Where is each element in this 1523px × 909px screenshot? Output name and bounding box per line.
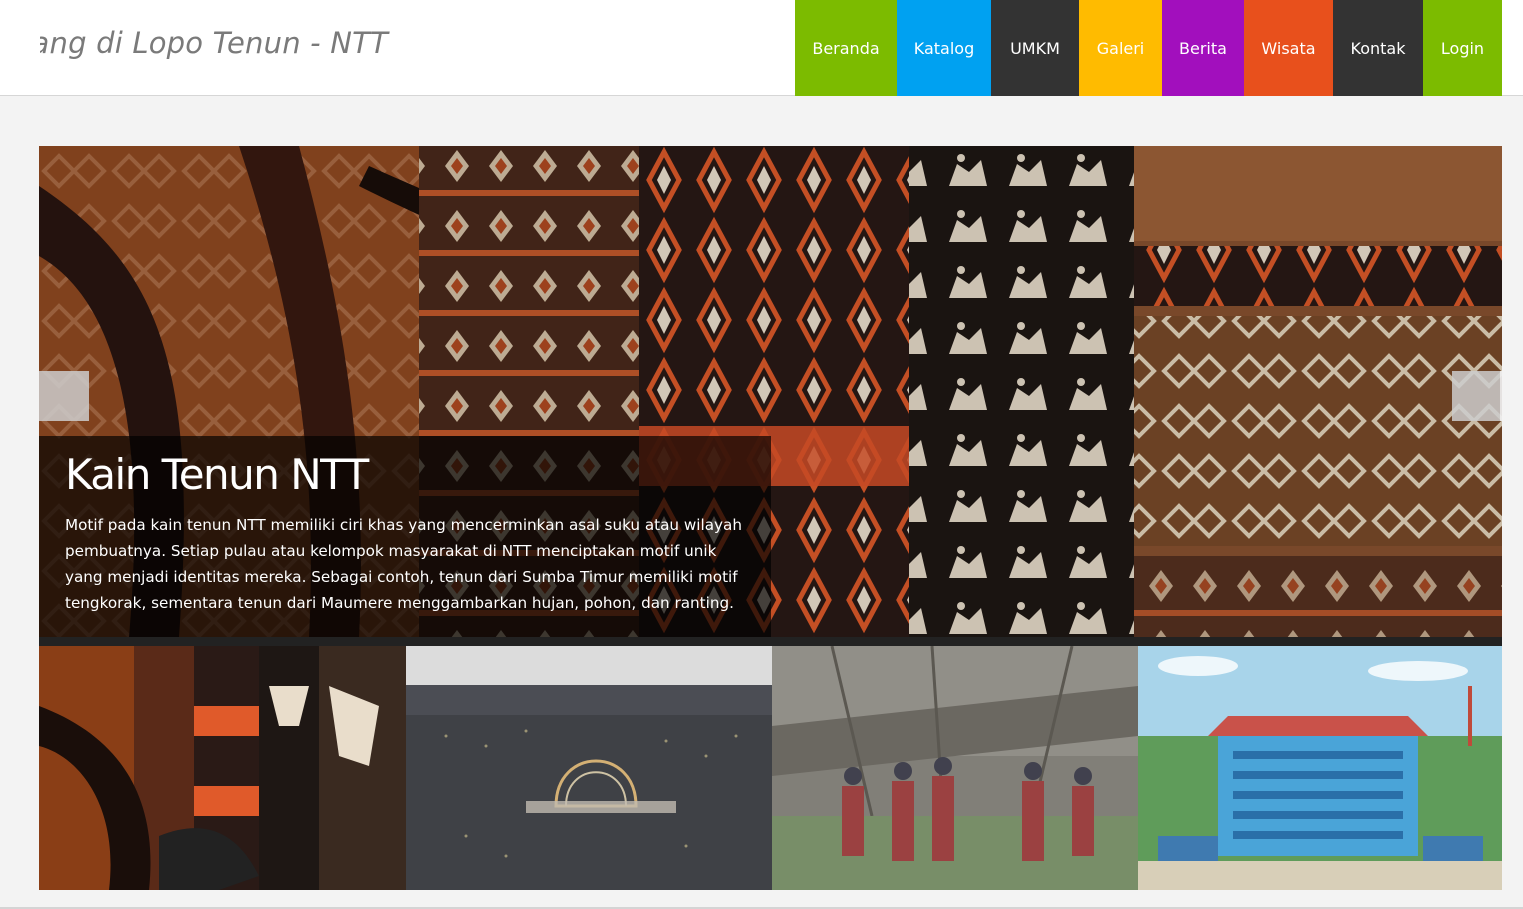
slide-caption-title: Kain Tenun NTT [65,450,369,499]
thumbnail-image [1138,646,1502,890]
slider-next-divider [1500,371,1502,421]
nav-item-label: Katalog [913,38,975,58]
nav-item-kontak[interactable]: Kontak [1333,0,1423,96]
nav-item-wisata[interactable]: Wisata [1244,0,1333,96]
nav-item-label: Login [1440,38,1485,58]
site-title: atang di Lopo Tenun - NTT [40,26,388,60]
nav-item-beranda[interactable]: Beranda [795,0,897,96]
nav-item-umkm[interactable]: UMKM [991,0,1079,96]
nav-item-galeri[interactable]: Galeri [1079,0,1162,96]
thumbnail-image [406,646,772,890]
nav-item-label: Berita [1179,38,1227,58]
hero-slider: Kain Tenun NTT Motif pada kain tenun NTT… [39,146,1502,637]
thumbnail-traditional-dance[interactable] [772,646,1138,890]
nav-item-label: Beranda [812,38,880,58]
thumbnail-government-building[interactable] [1138,646,1502,890]
thumbnail-image [39,646,406,890]
slider-prev-button[interactable] [39,371,89,421]
nav-item-katalog[interactable]: Katalog [897,0,991,96]
nav-item-login[interactable]: Login [1423,0,1502,96]
slide-caption-text: Motif pada kain tenun NTT memiliki ciri … [65,516,742,612]
nav-item-label: Kontak [1350,38,1406,58]
site-header: atang di Lopo Tenun - NTT Beranda Katalo… [0,0,1523,96]
slider-bottom-bar [39,637,1502,646]
thumbnail-image [772,646,1138,890]
nav-item-label: UMKM [1010,38,1060,58]
thumbnail-night-city[interactable] [406,646,772,890]
slider-thumbnails [39,646,1502,890]
slider-next-button[interactable] [1452,371,1502,421]
slide-caption: Kain Tenun NTT Motif pada kain tenun NTT… [39,436,771,637]
thumbnail-woven-textiles[interactable] [39,646,406,890]
nav-item-label: Wisata [1261,38,1316,58]
main-nav: Beranda Katalog UMKM Galeri Berita Wisat… [795,0,1502,96]
nav-item-berita[interactable]: Berita [1162,0,1244,96]
site-title-marquee[interactable]: atang di Lopo Tenun - NTT [40,26,460,66]
nav-item-label: Galeri [1096,38,1145,58]
